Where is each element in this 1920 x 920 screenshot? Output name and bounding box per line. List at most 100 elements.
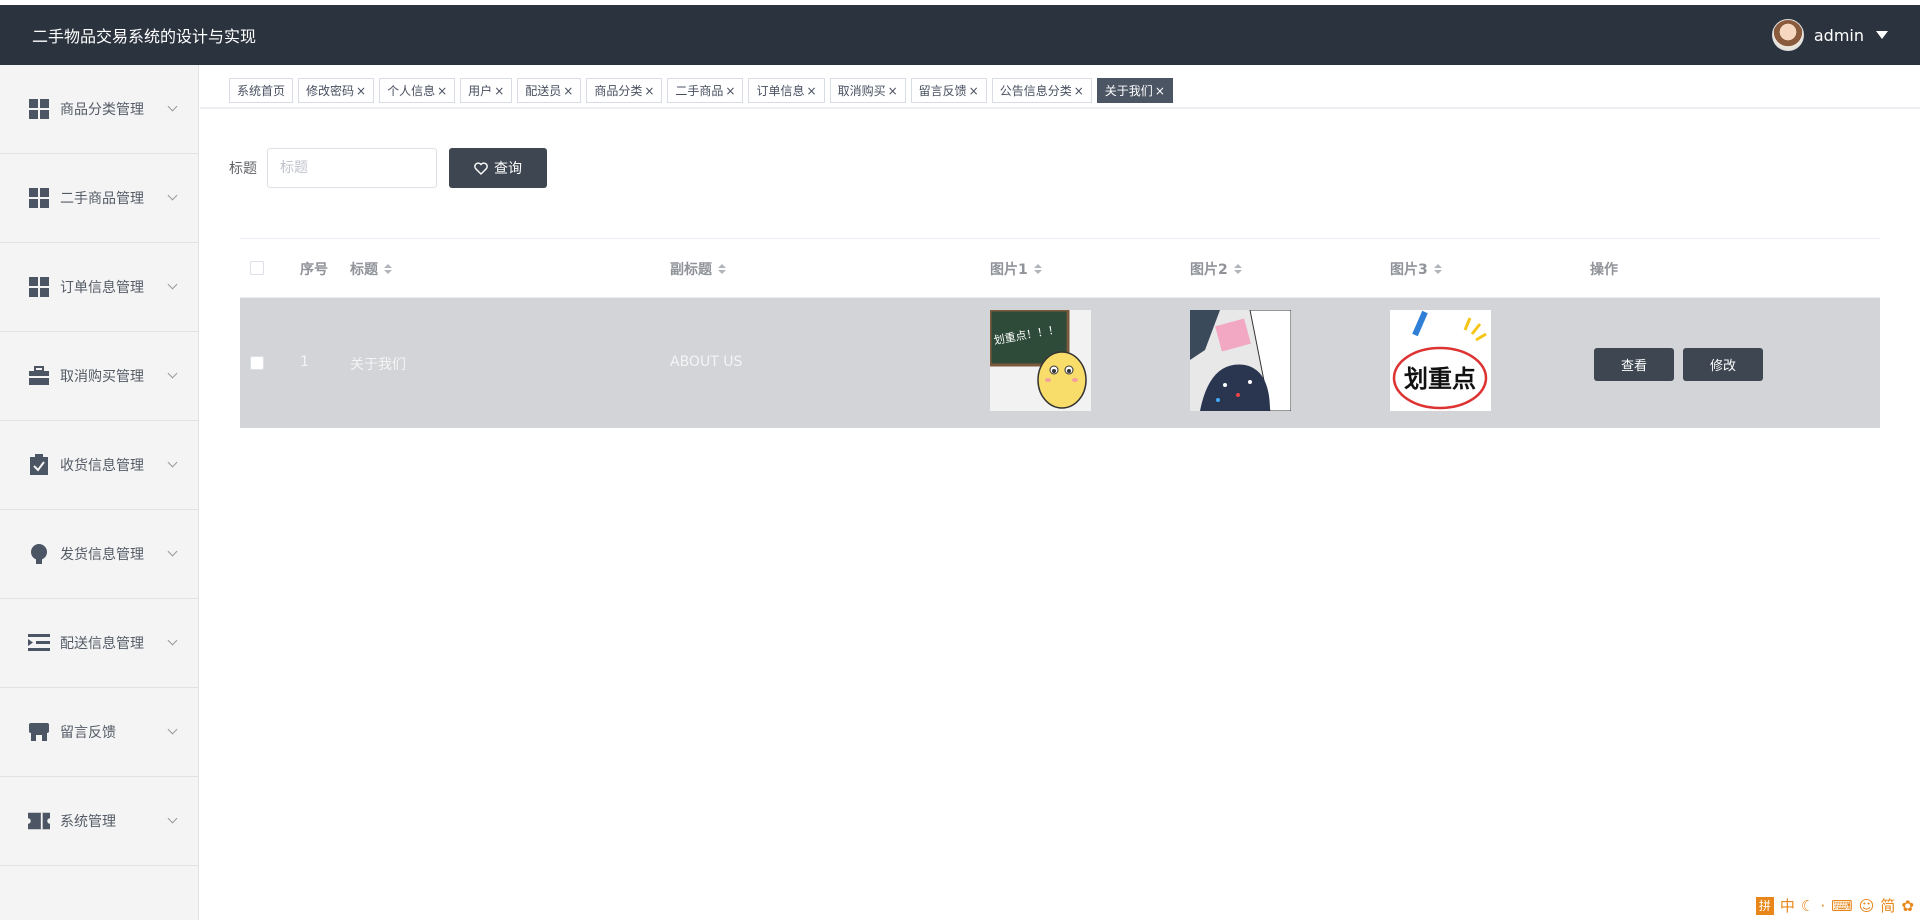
briefcase-icon bbox=[28, 365, 50, 387]
tab-label: 配送员 bbox=[525, 84, 562, 98]
sort-icon[interactable] bbox=[1433, 264, 1442, 274]
clipboard-check-icon bbox=[28, 454, 50, 476]
column-header-index: 序号 bbox=[300, 262, 328, 278]
tab-category[interactable]: 商品分类 × bbox=[586, 78, 663, 103]
column-header-title[interactable]: 标题 bbox=[350, 259, 392, 279]
ime-user-icon[interactable]: ☺ bbox=[1859, 897, 1875, 915]
select-all-checkbox[interactable] bbox=[250, 261, 264, 275]
chevron-down-icon bbox=[167, 635, 178, 646]
sort-icon[interactable] bbox=[1033, 264, 1042, 274]
sidebar-item-category[interactable]: 商品分类管理 bbox=[0, 65, 198, 154]
column-header-subtitle[interactable]: 副标题 bbox=[670, 259, 726, 279]
tab-feedback[interactable]: 留言反馈 × bbox=[910, 78, 987, 103]
tab-change-password[interactable]: 修改密码 × bbox=[298, 78, 375, 103]
search-input[interactable] bbox=[267, 148, 437, 188]
row-title: 关于我们 bbox=[350, 357, 406, 373]
grid-icon bbox=[28, 276, 50, 298]
close-icon[interactable]: × bbox=[437, 84, 447, 98]
sort-icon[interactable] bbox=[1233, 264, 1242, 274]
tab-label: 系统首页 bbox=[237, 84, 286, 98]
app-title: 二手物品交易系统的设计与实现 bbox=[32, 27, 257, 46]
sidebar-item-label: 订单信息管理 bbox=[60, 280, 144, 296]
tab-secondhand[interactable]: 二手商品 × bbox=[667, 78, 744, 103]
ime-simplified-toggle[interactable]: 简 bbox=[1880, 895, 1895, 916]
sort-icon[interactable] bbox=[718, 264, 726, 274]
tab-label: 修改密码 bbox=[306, 84, 355, 98]
close-icon[interactable]: × bbox=[1074, 84, 1084, 98]
tab-notice-category[interactable]: 公告信息分类 × bbox=[991, 78, 1092, 103]
tab-label: 留言反馈 bbox=[918, 84, 967, 98]
tab-about-us[interactable]: 关于我们 × bbox=[1096, 78, 1173, 103]
close-icon[interactable]: × bbox=[888, 84, 898, 98]
ime-keyboard-icon[interactable]: ⌨ bbox=[1831, 897, 1853, 915]
tab-orders[interactable]: 订单信息 × bbox=[748, 78, 825, 103]
chevron-down-icon bbox=[167, 190, 178, 201]
query-button-label: 查询 bbox=[494, 160, 522, 176]
query-button[interactable]: 查询 bbox=[449, 148, 547, 188]
column-header-image2[interactable]: 图片2 bbox=[1190, 259, 1242, 279]
close-icon[interactable]: × bbox=[494, 84, 504, 98]
column-header-image3[interactable]: 图片3 bbox=[1390, 259, 1442, 279]
sidebar-item-delivery[interactable]: 配送信息管理 bbox=[0, 599, 198, 688]
sidebar-item-feedback[interactable]: 留言反馈 bbox=[0, 688, 198, 777]
row-checkbox[interactable] bbox=[250, 356, 264, 374]
view-button[interactable]: 查看 bbox=[1594, 348, 1674, 381]
row-image2[interactable] bbox=[1190, 310, 1291, 411]
sidebar-item-label: 系统管理 bbox=[60, 814, 116, 830]
ime-settings-icon[interactable]: ✿ bbox=[1901, 897, 1914, 915]
tab-users[interactable]: 用户 × bbox=[460, 78, 513, 103]
ime-chinese-toggle[interactable]: 中 bbox=[1780, 895, 1795, 916]
sidebar-item-label: 取消购买管理 bbox=[60, 369, 144, 385]
tab-profile[interactable]: 个人信息 × bbox=[379, 78, 456, 103]
user-menu[interactable]: admin bbox=[1771, 19, 1888, 51]
row-image3[interactable]: 划重点 bbox=[1390, 310, 1491, 411]
close-icon[interactable]: × bbox=[356, 84, 366, 98]
sidebar-item-label: 商品分类管理 bbox=[60, 102, 144, 118]
close-icon[interactable]: × bbox=[644, 84, 654, 98]
tab-bar: 系统首页 修改密码 × 个人信息 × 用户 × 配送员 × 商品分类 × 二手商品 × 订单… bbox=[229, 78, 1173, 103]
ime-toolbar[interactable]: 拼 中 ☾ · ⌨ ☺ 简 ✿ bbox=[1755, 895, 1914, 916]
sidebar-item-receive[interactable]: 收货信息管理 bbox=[0, 421, 198, 510]
sidebar-item-secondhand[interactable]: 二手商品管理 bbox=[0, 154, 198, 243]
sort-icon[interactable] bbox=[384, 264, 392, 274]
grid-icon bbox=[28, 187, 50, 209]
row-image1[interactable]: 划重点！！！ bbox=[990, 310, 1091, 411]
close-icon[interactable]: × bbox=[1155, 84, 1165, 98]
indent-list-icon bbox=[28, 632, 50, 654]
tab-cancel[interactable]: 取消购买 × bbox=[829, 78, 906, 103]
heart-icon bbox=[474, 161, 488, 175]
chevron-down-icon bbox=[167, 101, 178, 112]
top-header-bar: 二手物品交易系统的设计与实现 admin bbox=[0, 5, 1920, 65]
tab-home[interactable]: 系统首页 bbox=[229, 78, 294, 103]
tab-label: 用户 bbox=[468, 84, 493, 98]
tabs-divider bbox=[200, 107, 1920, 109]
sidebar-item-orders[interactable]: 订单信息管理 bbox=[0, 243, 198, 332]
table-row[interactable]: 1 关于我们 ABOUT US 划重点！！！ 划重点 查看 修改 bbox=[240, 298, 1880, 428]
ticket-icon bbox=[28, 810, 50, 832]
column-header-actions: 操作 bbox=[1590, 262, 1618, 278]
caret-down-icon[interactable] bbox=[1876, 31, 1888, 39]
tab-label: 商品分类 bbox=[594, 84, 643, 98]
username[interactable]: admin bbox=[1814, 26, 1864, 45]
edit-button[interactable]: 修改 bbox=[1683, 348, 1763, 381]
data-table: 序号 标题 副标题 图片1 图片2 图片3 操作 1 关于我们 ABOUT US… bbox=[240, 238, 1880, 428]
row-subtitle: ABOUT US bbox=[670, 354, 743, 370]
sidebar-item-system[interactable]: 系统管理 bbox=[0, 777, 198, 866]
user-avatar[interactable] bbox=[1771, 19, 1804, 51]
chevron-down-icon bbox=[167, 546, 178, 557]
ime-punct-toggle[interactable]: · bbox=[1820, 897, 1825, 915]
ime-moon-icon[interactable]: ☾ bbox=[1801, 897, 1814, 915]
chevron-down-icon bbox=[167, 279, 178, 290]
sidebar-item-ship[interactable]: 发货信息管理 bbox=[0, 510, 198, 599]
close-icon[interactable]: × bbox=[563, 84, 573, 98]
close-icon[interactable]: × bbox=[725, 84, 735, 98]
tab-label: 个人信息 bbox=[387, 84, 436, 98]
column-header-image1[interactable]: 图片1 bbox=[990, 259, 1042, 279]
close-icon[interactable]: × bbox=[807, 84, 817, 98]
tab-couriers[interactable]: 配送员 × bbox=[517, 78, 582, 103]
sidebar-item-label: 二手商品管理 bbox=[60, 191, 144, 207]
tab-label: 关于我们 bbox=[1104, 84, 1153, 98]
close-icon[interactable]: × bbox=[969, 84, 979, 98]
sidebar-item-cancel[interactable]: 取消购买管理 bbox=[0, 332, 198, 421]
ime-pinyin-icon[interactable]: 拼 bbox=[1755, 896, 1774, 915]
